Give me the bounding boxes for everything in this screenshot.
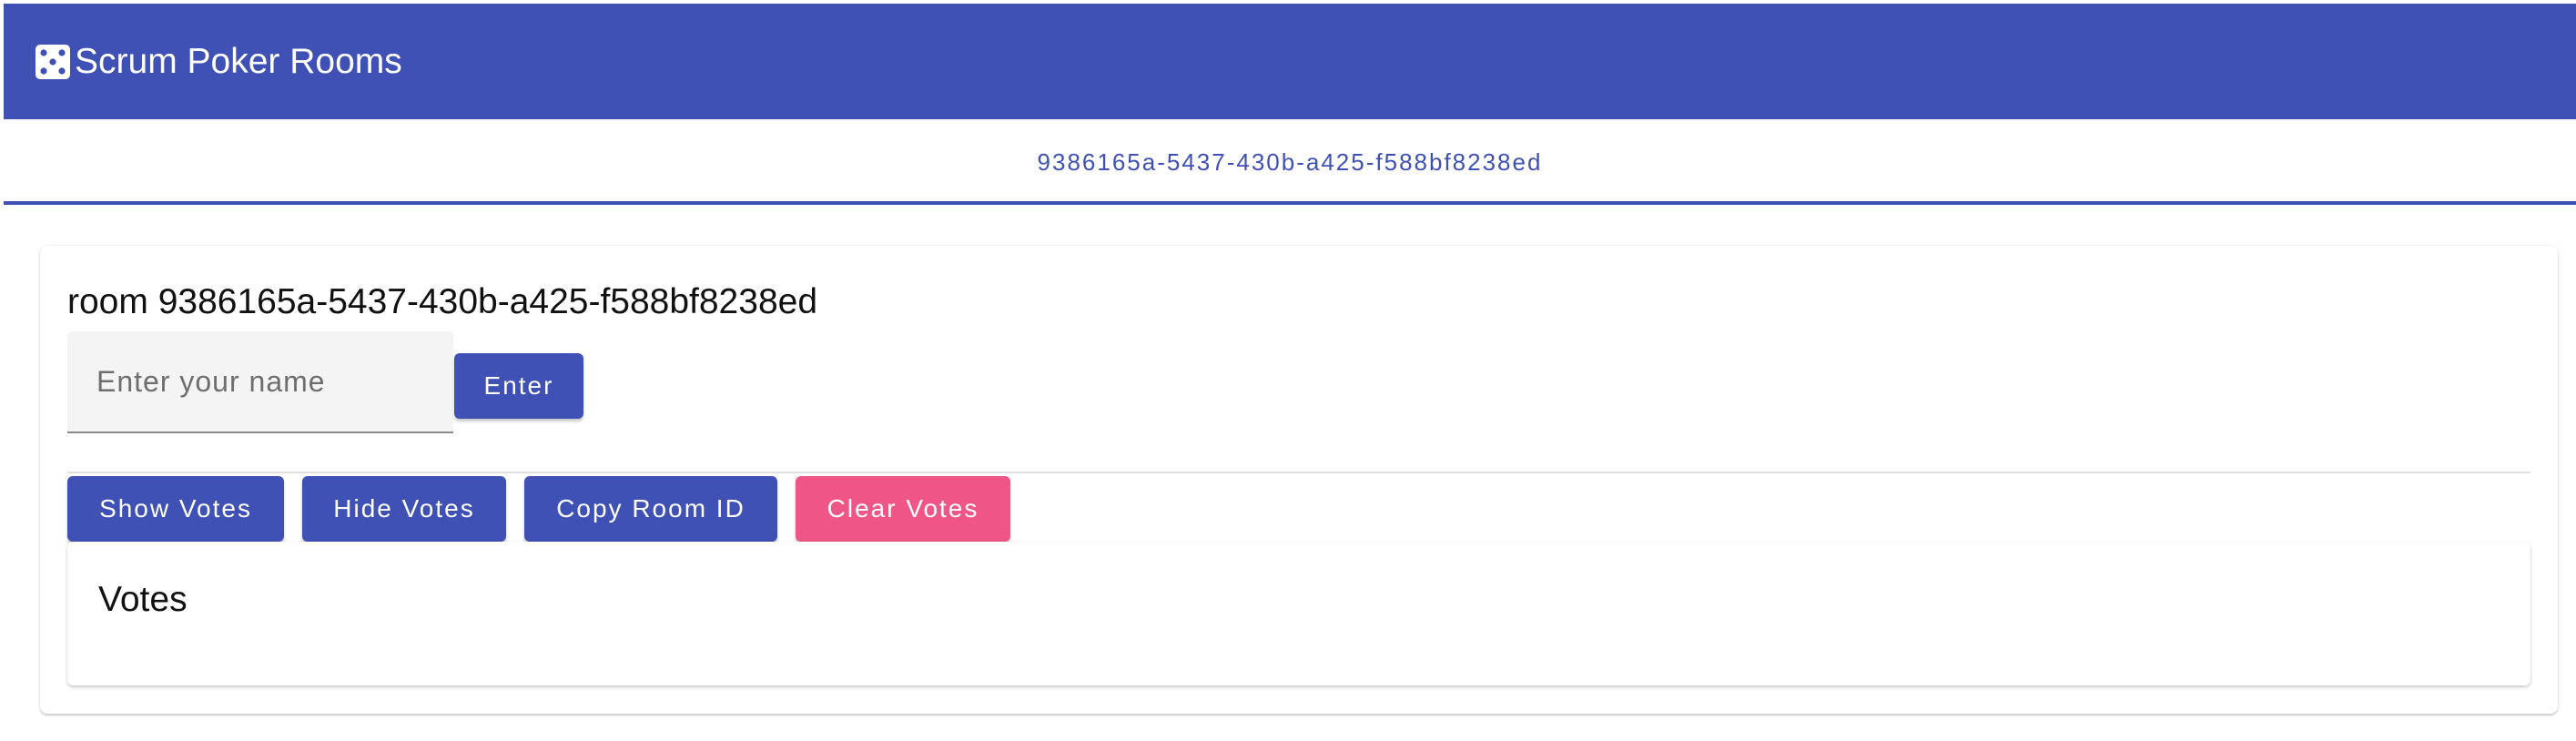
dice-icon [35,44,70,79]
clear-votes-button[interactable]: Clear Votes [796,476,1010,542]
room-title: room 9386165a-5437-430b-a425-f588bf8238e… [67,282,818,321]
hide-votes-button[interactable]: Hide Votes [302,476,506,542]
divider [67,472,2530,473]
name-field [67,331,453,433]
enter-button[interactable]: Enter [454,353,583,419]
tab-active-indicator [4,201,2576,205]
votes-title: Votes [98,580,188,619]
show-votes-button[interactable]: Show Votes [67,476,284,542]
copy-room-id-button[interactable]: Copy Room ID [524,476,777,542]
app-bar: Scrum Poker Rooms [4,4,2576,119]
room-tabs: 9386165a-5437-430b-a425-f588bf8238ed [4,119,2576,205]
room-card: room 9386165a-5437-430b-a425-f588bf8238e… [40,246,2558,714]
name-input[interactable] [67,331,453,431]
tab-room[interactable]: 9386165a-5437-430b-a425-f588bf8238ed [4,119,2576,205]
votes-card: Votes [67,542,2530,685]
app-title: Scrum Poker Rooms [75,41,402,81]
